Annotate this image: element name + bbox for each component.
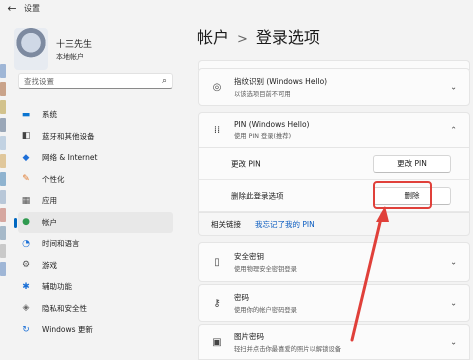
pin-title: PIN (Windows Hello) <box>234 120 310 129</box>
page-title: 登录选项 <box>255 28 320 47</box>
monitor-icon: ▬ <box>21 109 31 120</box>
accessibility-icon: ✱ <box>22 281 30 292</box>
breadcrumb-separator: > <box>237 32 248 47</box>
chevron-down-icon[interactable]: ⌄ <box>450 83 457 92</box>
security-key-title: 安全密钥 <box>234 252 264 261</box>
related-links-label: 相关链接 <box>211 219 241 229</box>
globe-clock-icon: ◔ <box>22 238 30 249</box>
pin-card[interactable]: ⁞⁞ PIN (Windows Hello) 使用 PIN 登录(推荐) ⌃ <box>198 112 470 148</box>
sidebar-item-apps[interactable]: ▦ 应用 <box>18 190 173 212</box>
sidebar-item-accounts[interactable]: ● 帐户 <box>14 211 173 233</box>
sidebar-item-system[interactable]: ▬ 系统 <box>18 104 173 126</box>
sidebar-item-accessibility[interactable]: ✱ 辅助功能 <box>18 276 173 298</box>
apps-icon: ▦ <box>21 195 31 206</box>
sidebar-item-windows-update[interactable]: ↻ Windows 更新 <box>18 319 173 341</box>
account-icon: ● <box>22 217 30 228</box>
chevron-down-icon[interactable]: ⌄ <box>450 299 457 308</box>
picture-password-title: 图片密码 <box>234 332 264 341</box>
chevron-up-icon[interactable]: ⌃ <box>450 126 457 135</box>
title-bar: ← 设置 <box>0 0 473 16</box>
back-arrow-icon[interactable]: ← <box>0 2 24 15</box>
sidebar-item-label: 辅助功能 <box>42 282 72 292</box>
sidebar-item-label: 时间和语言 <box>42 239 80 249</box>
annotation-highlight-box <box>373 181 432 209</box>
sidebar-item-label: Windows 更新 <box>42 325 93 335</box>
fingerprint-icon: ◎ <box>212 81 222 93</box>
sidebar-item-privacy[interactable]: ◈ 隐私和安全性 <box>18 298 173 320</box>
fingerprint-subtitle: 以该选项目前不可用 <box>234 91 291 98</box>
picture-icon: ▣ <box>212 336 222 348</box>
fingerprint-card[interactable]: ◎ 指纹识别 (Windows Hello) 以该选项目前不可用 ⌄ <box>198 68 470 106</box>
sidebar-item-label: 网络 & Internet <box>42 153 98 163</box>
sidebar-item-time-language[interactable]: ◔ 时间和语言 <box>18 233 173 255</box>
password-title: 密码 <box>234 293 249 302</box>
security-key-card[interactable]: ▯ 安全密钥 使用物理安全密钥登录 ⌄ <box>198 242 470 282</box>
sidebar: 十三先生 本地帐户 查找设置 ⌕ ▬ 系统 ◧ 蓝牙和其他设备 ◆ 网络 & I… <box>0 16 178 360</box>
paintbrush-icon: ✎ <box>22 174 30 185</box>
sidebar-item-bluetooth[interactable]: ◧ 蓝牙和其他设备 <box>18 126 173 148</box>
windows-update-icon: ↻ <box>22 324 30 335</box>
sidebar-item-label: 游戏 <box>42 260 57 270</box>
related-links: 相关链接 我忘记了我的 PIN <box>198 212 470 236</box>
sidebar-nav: ▬ 系统 ◧ 蓝牙和其他设备 ◆ 网络 & Internet ✎ 个性化 ▦ 应… <box>14 104 173 341</box>
shield-icon: ◈ <box>22 303 30 314</box>
picture-password-subtitle: 轻扫并点击你最喜爱的照片以解锁设备 <box>234 346 342 353</box>
search-placeholder: 查找设置 <box>24 76 54 86</box>
change-pin-button[interactable]: 更改 PIN <box>373 154 451 173</box>
sidebar-item-label: 蓝牙和其他设备 <box>42 131 95 141</box>
sidebar-item-label: 隐私和安全性 <box>42 303 87 313</box>
pin-change-row: 更改 PIN 更改 PIN <box>198 148 470 180</box>
fingerprint-title: 指纹识别 (Windows Hello) <box>234 77 328 86</box>
breadcrumb: 帐户 > 登录选项 <box>197 24 320 48</box>
chevron-down-icon[interactable]: ⌄ <box>450 338 457 347</box>
key-icon: ⚷ <box>213 297 221 309</box>
sidebar-item-label: 系统 <box>42 110 57 120</box>
password-card[interactable]: ⚷ 密码 使用你的帐户密码登录 ⌄ <box>198 284 470 322</box>
sidebar-item-label: 帐户 <box>42 217 57 227</box>
search-icon[interactable]: ⌕ <box>162 76 167 86</box>
forgot-pin-link[interactable]: 我忘记了我的 PIN <box>255 219 315 230</box>
app-title: 设置 <box>24 3 40 13</box>
profile-name: 十三先生 <box>56 39 93 50</box>
gamepad-icon: ⚙ <box>21 260 31 271</box>
profile-subtitle: 本地帐户 <box>56 52 84 61</box>
sidebar-item-network[interactable]: ◆ 网络 & Internet <box>18 147 173 169</box>
usb-key-icon: ▯ <box>214 256 220 268</box>
sidebar-item-label: 个性化 <box>42 174 65 184</box>
security-key-subtitle: 使用物理安全密钥登录 <box>234 266 297 273</box>
pin-subtitle: 使用 PIN 登录(推荐) <box>234 133 292 140</box>
sidebar-item-personalization[interactable]: ✎ 个性化 <box>18 169 173 191</box>
sidebar-item-label: 应用 <box>42 196 57 206</box>
profile-card[interactable]: 十三先生 本地帐户 <box>14 28 92 70</box>
sidebar-item-gaming[interactable]: ⚙ 游戏 <box>18 255 173 277</box>
search-input[interactable]: 查找设置 ⌕ <box>18 73 173 89</box>
breadcrumb-parent[interactable]: 帐户 <box>197 28 229 47</box>
remove-sign-in-label: 删除此登录选项 <box>231 191 284 200</box>
avatar <box>14 28 48 70</box>
chevron-down-icon[interactable]: ⌄ <box>450 258 457 267</box>
picture-password-card[interactable]: ▣ 图片密码 轻扫并点击你最喜爱的照片以解锁设备 ⌄ <box>198 324 470 360</box>
pin-change-label: 更改 PIN <box>231 159 261 168</box>
wifi-icon: ◆ <box>22 152 30 163</box>
pin-keypad-icon: ⁞⁞ <box>213 124 221 136</box>
bluetooth-devices-icon: ◧ <box>21 131 31 142</box>
password-subtitle: 使用你的帐户密码登录 <box>234 307 297 314</box>
